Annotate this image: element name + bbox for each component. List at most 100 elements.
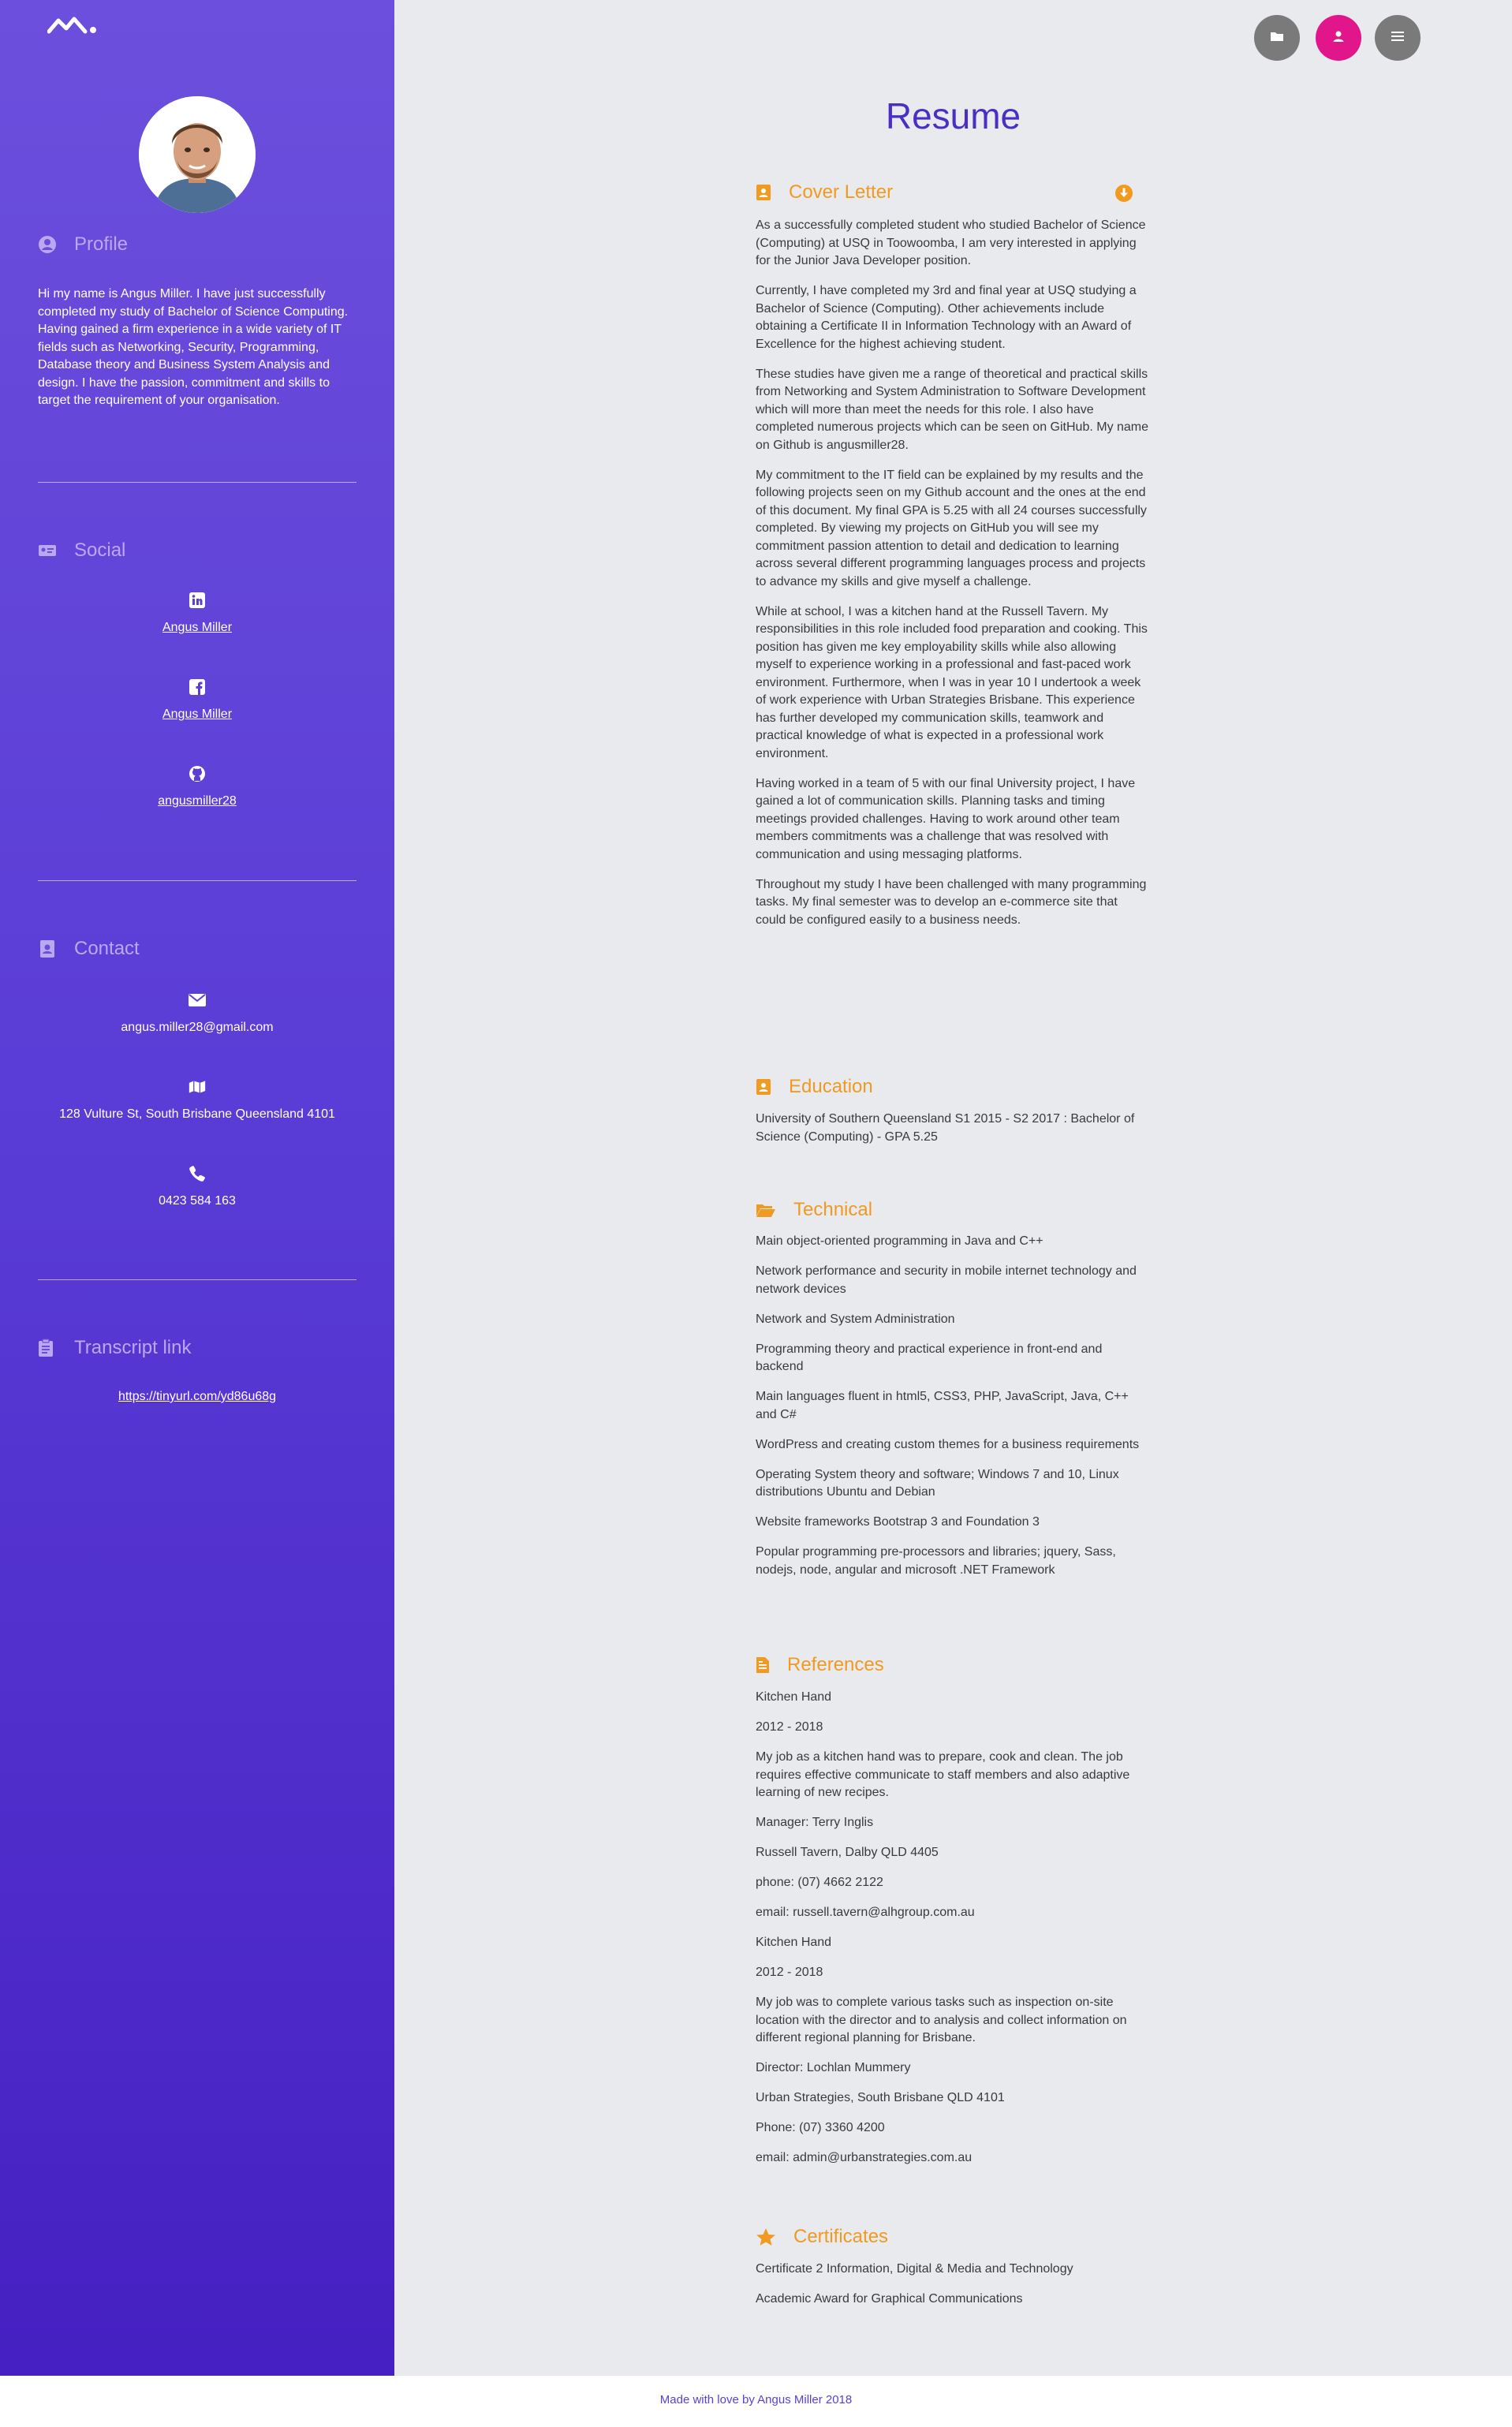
list-item: Website frameworks Bootstrap 3 and Found… [756,1515,1040,1529]
divider [38,482,357,483]
reference-line: 2012 - 2018 [756,1720,823,1734]
projects-button[interactable] [1254,15,1300,61]
reference-line: Manager: Terry Inglis [756,1816,874,1829]
transcript-item: https://tinyurl.com/yd86u68g [0,1390,394,1404]
profile-text: Hi my name is Angus Miller. I have just … [38,287,349,407]
technical-heading-label: Technical [793,1199,873,1220]
profile-button[interactable] [1316,15,1361,61]
folder-icon [1270,31,1284,46]
divider [38,1279,357,1280]
reference-line: Kitchen Hand [756,1936,832,1949]
github-link[interactable]: angusmiller28 [158,794,237,808]
linkedin-link[interactable]: Angus Miller [162,621,232,635]
reference-line: Urban Strategies, South Brisbane QLD 410… [756,2091,1005,2104]
facebook-link[interactable]: Angus Miller [162,708,232,722]
list-item: WordPress and creating custom themes for… [756,1437,1140,1451]
id-card-icon [38,541,57,560]
profile-heading-label: Profile [74,233,129,255]
cover-letter-paragraph: Currently, I have completed my 3rd and f… [756,284,1137,351]
certificates-heading-label: Certificates [793,2226,889,2247]
list-item: Operating System theory and software; Wi… [756,1467,1119,1499]
linkedin-icon[interactable] [189,592,206,609]
contact-address: 128 Vulture St, South Brisbane Queenslan… [59,1107,335,1121]
certificates-list: Certificate 2 Information, Digital & Med… [756,2261,1150,2321]
phone-icon [189,1165,206,1182]
contact-email[interactable]: angus.miller28@gmail.com [121,1021,273,1035]
menu-icon [1391,31,1404,46]
document-icon [756,1656,770,1674]
list-item: Programming theory and practical experie… [756,1342,1103,1374]
github-icon[interactable] [189,765,206,782]
transcript-heading-label: Transcript link [74,1337,192,1358]
list-item: Network performance and security in mobi… [756,1264,1137,1296]
cover-letter-paragraph: My commitment to the IT field can be exp… [756,468,1147,588]
transcript-link[interactable]: https://tinyurl.com/yd86u68g [118,1390,276,1404]
cover-letter-paragraph: Having worked in a team of 5 with our fi… [756,776,1136,861]
references-heading: References [756,1654,884,1676]
avatar [139,96,256,213]
reference-line: Russell Tavern, Dalby QLD 4405 [756,1846,939,1859]
education-heading-label: Education [789,1076,873,1097]
sidebar: Profile Hi my name is Angus Miller. I ha… [0,0,394,2376]
references-list: Kitchen Hand 2012 - 2018 My job as a kit… [756,1689,1150,2179]
portrait-image [139,96,256,213]
certificates-heading: Certificates [756,2226,888,2248]
reference-line: Kitchen Hand [756,1690,832,1704]
list-item: Network and System Administration [756,1312,955,1326]
address-card-icon [756,184,771,201]
facebook-icon[interactable] [189,678,206,696]
envelope-icon [189,991,206,1009]
address-card-icon [756,1078,771,1096]
contact-heading: Contact [38,938,140,960]
address-book-icon [38,939,57,958]
cover-letter-heading: Cover Letter [756,181,893,203]
contact-item-email: angus.miller28@gmail.com [0,991,394,1035]
contact-phone[interactable]: 0423 584 163 [159,1194,236,1208]
transcript-heading: Transcript link [38,1337,191,1359]
education-heading: Education [756,1076,873,1098]
footer-text: Made with love by Angus Miller 2018 [659,2393,853,2406]
cover-letter-paragraph: Throughout my study I have been challeng… [756,877,1147,927]
reference-line: 2012 - 2018 [756,1966,823,1979]
folder-open-icon [756,1202,776,1218]
reference-line: My job was to complete various tasks suc… [756,1996,1127,2044]
list-item: Academic Award for Graphical Communicati… [756,2292,1023,2306]
technical-heading: Technical [756,1199,872,1221]
reference-line: Director: Lochlan Mummery [756,2061,911,2074]
profile-heading: Profile [38,233,128,256]
education-text: University of Southern Queensland S1 201… [756,1112,1135,1144]
contact-item-phone: 0423 584 163 [0,1165,394,1208]
list-item: Certificate 2 Information, Digital & Med… [756,2262,1073,2276]
list-item: Main object-oriented programming in Java… [756,1234,1043,1248]
logo[interactable] [47,14,98,35]
list-item: Main languages fluent in html5, CSS3, PH… [756,1390,1129,1421]
social-heading: Social [38,540,125,562]
reference-line: Phone: (07) 3360 4200 [756,2121,885,2134]
menu-button[interactable] [1375,15,1421,61]
user-circle-icon [38,235,57,254]
social-item-facebook: Angus Miller [0,678,394,722]
contact-item-address: 128 Vulture St, South Brisbane Queenslan… [0,1078,394,1122]
star-icon [756,2227,776,2246]
reference-line: email: admin@urbanstrategies.com.au [756,2151,973,2164]
references-heading-label: References [787,1654,884,1675]
download-icon[interactable] [1114,184,1133,203]
reference-line: email: russell.tavern@alhgroup.com.au [756,1906,975,1919]
user-icon [1332,30,1345,47]
map-icon [189,1078,206,1096]
social-item-github: angusmiller28 [0,765,394,808]
reference-line: phone: (07) 4662 2122 [756,1876,883,1889]
technical-list: Main object-oriented programming in Java… [756,1233,1150,1592]
clipboard-icon [38,1339,57,1357]
cover-letter-paragraph: While at school, I was a kitchen hand at… [756,604,1148,760]
social-heading-label: Social [74,540,126,561]
reference-line: My job as a kitchen hand was to prepare,… [756,1750,1130,1799]
divider [38,880,357,881]
cover-letter-paragraph: As a successfully completed student who … [756,218,1146,267]
contact-heading-label: Contact [74,938,140,959]
cover-letter-paragraph: These studies have given me a range of t… [756,367,1149,452]
education-body: University of Southern Queensland S1 201… [756,1111,1150,1146]
footer: Made with love by Angus Miller 2018 [0,2376,1512,2427]
list-item: Popular programming pre-processors and l… [756,1545,1116,1577]
cover-letter-heading-label: Cover Letter [789,181,894,203]
